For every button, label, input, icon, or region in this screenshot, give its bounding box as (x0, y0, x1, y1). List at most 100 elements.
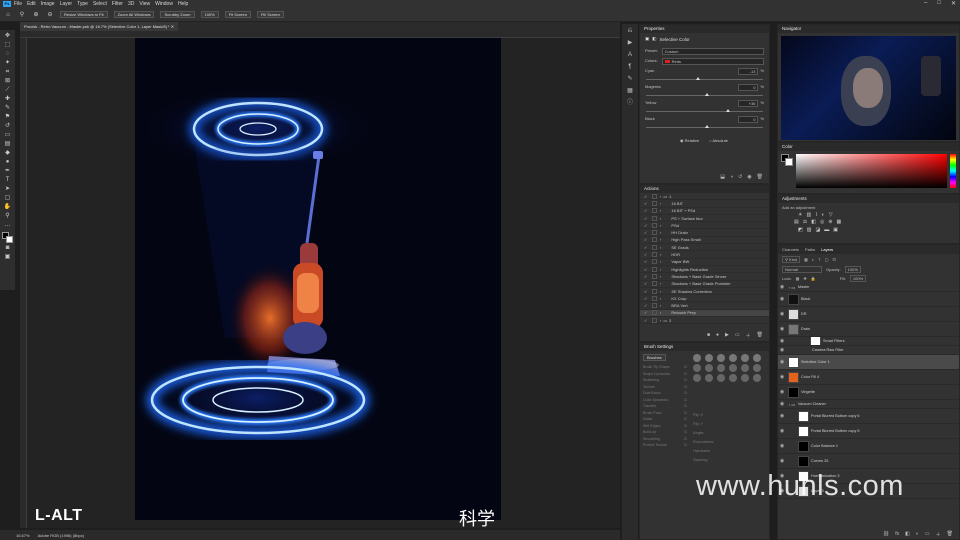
action-item[interactable]: ✓ › KX Crop (640, 295, 769, 303)
zoom-100-button[interactable]: 100% (200, 11, 219, 18)
slider-cyan[interactable]: Cyan -13% (640, 68, 769, 80)
visibility-icon[interactable]: ◉ (747, 174, 751, 180)
expand-icon[interactable]: › (660, 245, 661, 250)
visibility-eye-icon[interactable]: ◉ (778, 428, 786, 434)
gradient-tool-icon[interactable]: ▤ (3, 140, 13, 148)
action-item[interactable]: ✓ › SE Shadow Correction (640, 288, 769, 296)
eyedropper-tool-icon[interactable]: ⟋ (3, 86, 13, 94)
close-button[interactable]: ✕ (951, 0, 956, 7)
layer-name[interactable]: Smart Filters (823, 339, 845, 343)
fit-screen-button[interactable]: Fit Screen (224, 11, 251, 18)
action-check-icon[interactable]: ✓ (644, 230, 649, 235)
action-item[interactable]: ✓ › Shadows + Base Grade Punisher (640, 281, 769, 288)
layer-name[interactable]: Curves 25 (811, 459, 828, 463)
invert-icon[interactable]: ◩ (798, 227, 803, 233)
layer-thumbnail[interactable] (788, 371, 799, 383)
expand-icon[interactable]: › (660, 259, 661, 264)
action-item[interactable]: ✓ › PSd (640, 222, 769, 230)
delete-action-icon[interactable]: 🗑 (757, 332, 763, 339)
expand-icon[interactable]: › (660, 281, 661, 286)
action-item[interactable]: ✓ › 16 BIT (640, 200, 769, 208)
action-check-icon[interactable]: ✓ (644, 259, 649, 264)
layer-thumbnail[interactable] (788, 386, 799, 398)
expand-icon[interactable]: › (660, 310, 661, 315)
background-color-swatch[interactable] (6, 236, 13, 243)
layer-name[interactable]: Color Fill 4 (801, 375, 819, 379)
magic-wand-tool-icon[interactable]: ✦ (3, 59, 13, 67)
layer-row[interactable]: ◉ Drain (778, 322, 959, 337)
expand-icon[interactable]: › (660, 216, 661, 221)
absolute-radio[interactable]: ○ Absolute (709, 138, 728, 143)
marquee-tool-icon[interactable]: ⬚ (3, 41, 13, 49)
action-item[interactable]: ✓ › HDR (640, 251, 769, 259)
path-selection-tool-icon[interactable]: ➤ (3, 185, 13, 193)
action-check-icon[interactable]: ✓ (644, 252, 649, 257)
brush-presets-grid[interactable] (693, 354, 766, 382)
blur-tool-icon[interactable]: ◆ (3, 149, 13, 157)
tab-layers[interactable]: Layers (821, 245, 833, 254)
quick-mask-icon[interactable]: ◙ (3, 244, 13, 252)
menu-image[interactable]: Image (41, 1, 55, 7)
slider-value-input[interactable]: 0 (738, 116, 759, 123)
tab-paths[interactable]: Paths (805, 245, 815, 254)
menu-window[interactable]: Window (155, 1, 173, 7)
action-check-icon[interactable]: ✓ (644, 303, 649, 308)
layer-thumbnail[interactable] (798, 425, 809, 437)
screen-mode-icon[interactable]: ▣ (3, 253, 13, 261)
play-icon[interactable]: ▶ (725, 332, 729, 339)
expand-icon[interactable]: › (660, 303, 661, 308)
color-swatches[interactable] (781, 154, 793, 166)
slider-handle[interactable] (696, 77, 701, 80)
action-item[interactable]: ✓ › HH Drain (640, 229, 769, 237)
clone-stamp-tool-icon[interactable]: ⚑ (3, 113, 13, 121)
new-action-icon[interactable]: ＋ (746, 332, 751, 339)
slider-value-input[interactable]: -13 (738, 68, 759, 75)
scrubby-zoom-checkbox[interactable]: Scrubby Zoom (160, 11, 195, 18)
layer-row[interactable]: ◉ Vingette (778, 385, 959, 400)
expand-icon[interactable]: › (660, 237, 661, 242)
lock-all-icon[interactable]: 🔒 (811, 276, 816, 281)
frame-tool-icon[interactable]: ⊠ (3, 77, 13, 85)
expand-icon[interactable]: › (660, 296, 661, 301)
dialog-toggle[interactable] (652, 252, 657, 258)
layer-row[interactable]: ◉ Curves 25 (778, 454, 959, 469)
zoom-all-windows-checkbox[interactable]: Zoom All Windows (113, 11, 155, 18)
layer-name[interactable]: DR (801, 312, 806, 316)
delete-icon[interactable]: 🗑 (757, 174, 763, 180)
artwork-canvas[interactable] (135, 38, 501, 520)
action-item[interactable]: ✓ › Shadows + Base Grade Sinner (640, 273, 769, 281)
info-icon[interactable]: ⓘ (625, 99, 635, 108)
layer-row[interactable]: ◉ Selective Color 1 (778, 355, 959, 370)
rectangle-tool-icon[interactable]: ▢ (3, 194, 13, 202)
dialog-toggle[interactable] (652, 295, 657, 301)
clip-to-layer-icon[interactable]: ⬓ (720, 174, 725, 180)
action-item[interactable]: ✓ › High Pass Small (640, 237, 769, 245)
slider-track[interactable] (646, 109, 763, 112)
expand-icon[interactable]: › (660, 194, 661, 199)
action-item[interactable]: ✓ › ▭ 2 (640, 317, 769, 325)
history-icon[interactable]: ⎌ (625, 27, 635, 36)
dialog-toggle[interactable] (652, 288, 657, 294)
layer-thumbnail[interactable] (788, 308, 799, 320)
action-item[interactable]: ✓ › 16 BIT + PSd (640, 208, 769, 215)
expand-icon[interactable]: › (660, 274, 661, 279)
menu-filter[interactable]: Filter (112, 1, 123, 7)
action-check-icon[interactable]: ✓ (644, 274, 649, 279)
shape-filter-icon[interactable]: ▢ (825, 257, 829, 262)
action-check-icon[interactable]: ✓ (644, 216, 649, 221)
stop-icon[interactable]: ■ (707, 332, 710, 339)
dodge-tool-icon[interactable]: ● (3, 158, 13, 166)
exposure-icon[interactable]: ◐ (822, 212, 825, 218)
action-check-icon[interactable]: ✓ (644, 237, 649, 242)
selective-color-adj-icon[interactable]: ▣ (833, 227, 838, 233)
visibility-eye-icon[interactable]: ◉ (778, 347, 786, 353)
smart-filter-icon[interactable]: ⊡ (833, 257, 836, 262)
visibility-eye-icon[interactable]: ◉ (778, 296, 786, 302)
slider-handle[interactable] (704, 125, 709, 128)
action-check-icon[interactable]: ✓ (644, 310, 649, 315)
dialog-toggle[interactable] (652, 259, 657, 265)
slider-handle[interactable] (704, 93, 709, 96)
layer-mask-icon[interactable]: ◧ (652, 36, 656, 42)
slider-value-input[interactable]: +36 (738, 100, 759, 107)
menu-help[interactable]: Help (178, 1, 188, 7)
